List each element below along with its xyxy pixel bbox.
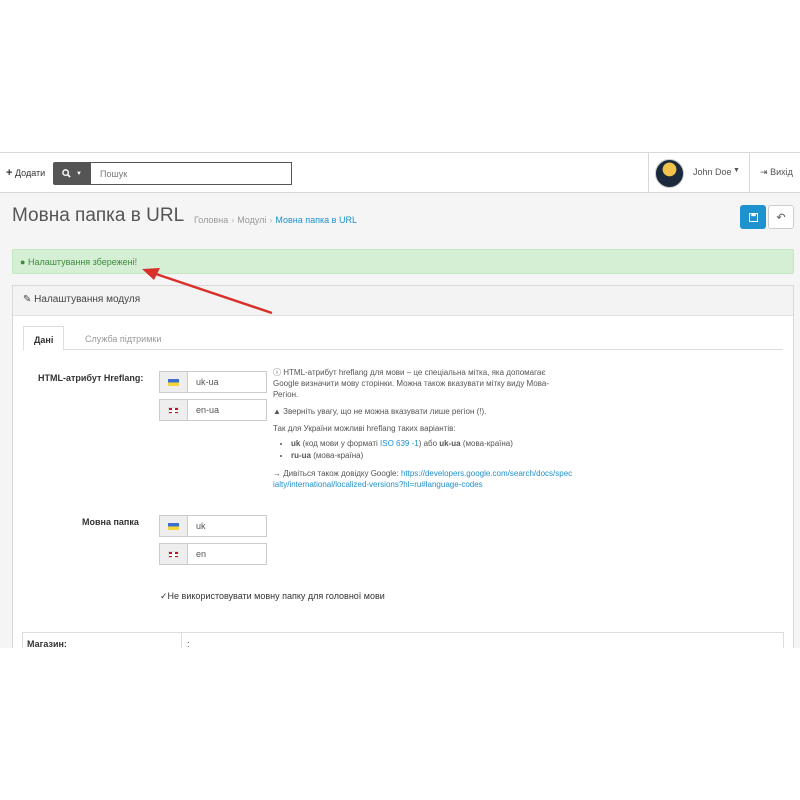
- hreflang-input-en[interactable]: en-ua: [159, 399, 267, 421]
- hreflang-help: ⓘ HTML-атрибут hreflang для мови – це сп…: [273, 367, 573, 496]
- floppy-disk-icon: [748, 212, 758, 222]
- folder-input-en[interactable]: en: [159, 543, 267, 565]
- top-header: + Додати ▼ John Doe ▼ ⇥ Вихід: [0, 153, 800, 193]
- breadcrumb: Головна › Модулі › Мовна папка в URL: [194, 215, 357, 225]
- uk-flag-icon: [160, 400, 188, 420]
- store-table: Магазин: :: [22, 632, 784, 648]
- breadcrumb-modules[interactable]: Модулі: [237, 215, 266, 225]
- table-divider: [181, 633, 182, 648]
- success-alert: ● Налаштування збережені!: [12, 249, 794, 274]
- search-icon: [62, 169, 71, 178]
- ukraine-flag-icon: [160, 516, 188, 536]
- list-item: uk (код мови у форматі ISO 639 -1) або u…: [291, 438, 573, 449]
- folder-label: Мовна папка: [82, 517, 139, 527]
- folder-input-uk[interactable]: uk: [159, 515, 267, 537]
- checkmark-icon: ✓: [160, 591, 168, 601]
- page-title: Мовна папка в URL: [12, 205, 185, 226]
- pencil-icon: ✎: [23, 294, 32, 305]
- reply-icon: ↶: [776, 211, 786, 224]
- warning-icon: ▲: [273, 407, 281, 416]
- search-filter-button[interactable]: ▼: [53, 162, 91, 185]
- breadcrumb-separator: ›: [269, 215, 273, 225]
- tab-data[interactable]: Дані: [23, 326, 65, 351]
- hreflang-input-uk[interactable]: uk-ua: [159, 371, 267, 393]
- tab-support[interactable]: Служба підтримки: [75, 326, 171, 351]
- uk-flag-icon: [160, 544, 188, 564]
- info-icon: ⓘ: [273, 368, 281, 377]
- save-button[interactable]: [740, 205, 766, 229]
- tab-bar: Дані Служба підтримки: [23, 326, 783, 351]
- breadcrumb-current[interactable]: Мовна папка в URL: [275, 215, 357, 225]
- panel-title: Налаштування модуля: [34, 294, 141, 305]
- user-menu[interactable]: John Doe ▼: [648, 153, 750, 193]
- breadcrumb-separator: ›: [231, 215, 235, 225]
- add-button[interactable]: + Додати: [6, 167, 45, 179]
- sign-out-icon: ⇥: [760, 167, 768, 177]
- store-label: Магазин:: [27, 639, 67, 648]
- hreflang-variants-list: uk (код мови у форматі ISO 639 -1) або u…: [291, 438, 573, 461]
- caret-down-icon: ▼: [76, 170, 82, 177]
- iso-link[interactable]: ISO 639 -1: [380, 439, 419, 448]
- hreflang-label: HTML-атрибут Hreflang:: [38, 373, 144, 383]
- main-language-checkbox[interactable]: ✓Не використовувати мовну папку для голо…: [160, 591, 385, 602]
- list-item: ru-ua (мова-країна): [291, 450, 573, 461]
- panel-heading: ✎ Налаштування модуля: [13, 286, 793, 316]
- caret-down-icon: ▼: [733, 167, 740, 174]
- back-button[interactable]: ↶: [768, 205, 794, 229]
- logout-link[interactable]: ⇥ Вихід: [760, 167, 793, 178]
- plus-icon: +: [6, 167, 13, 179]
- ukraine-flag-icon: [160, 372, 188, 392]
- search-input[interactable]: [90, 162, 292, 185]
- breadcrumb-home[interactable]: Головна: [194, 215, 228, 225]
- store-value: :: [187, 639, 190, 648]
- user-name: John Doe: [693, 167, 732, 177]
- avatar: [655, 159, 684, 188]
- app-screenshot: + Додати ▼ John Doe ▼ ⇥ Вихід Мовна папк…: [0, 152, 800, 648]
- check-circle-icon: ●: [20, 257, 26, 267]
- alert-text: Налаштування збережені!: [27, 257, 138, 267]
